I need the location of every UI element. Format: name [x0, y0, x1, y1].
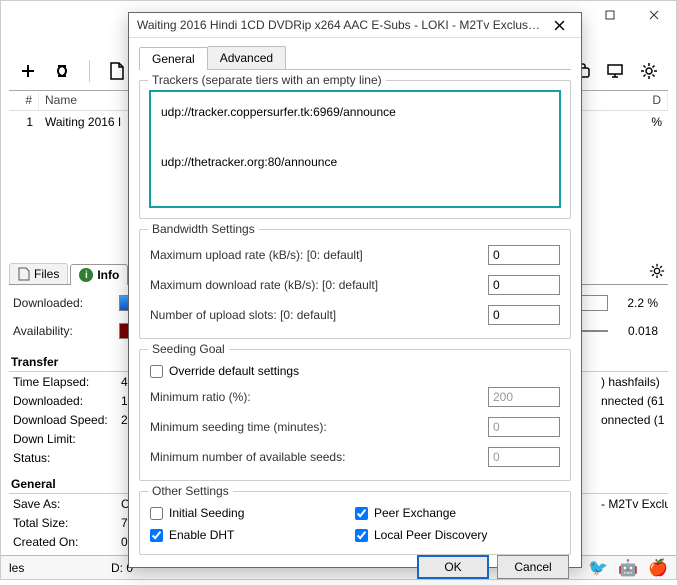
peer-exchange-checkbox[interactable] — [355, 507, 368, 520]
trackers-legend: Trackers (separate tiers with an empty l… — [148, 73, 386, 87]
ratio-label: Minimum ratio (%): — [150, 390, 488, 404]
seedtime-label: Minimum seeding time (minutes): — [150, 420, 488, 434]
bandwidth-legend: Bandwidth Settings — [148, 222, 259, 236]
seeding-legend: Seeding Goal — [148, 342, 229, 356]
tab-advanced-label: Advanced — [220, 51, 273, 65]
seeding-group: Seeding Goal Override default settings M… — [139, 349, 571, 481]
tab-advanced[interactable]: Advanced — [207, 46, 286, 69]
minseeds-label: Minimum number of available seeds: — [150, 450, 488, 464]
other-legend: Other Settings — [148, 484, 233, 498]
total-k: Total Size: — [9, 516, 121, 530]
cancel-button[interactable]: Cancel — [497, 555, 569, 579]
other-group: Other Settings Initial Seeding Enable DH… — [139, 491, 571, 555]
tab-info-label: Info — [97, 268, 119, 282]
dlim-k: Down Limit: — [9, 432, 121, 446]
settings-button[interactable] — [638, 60, 660, 82]
enable-dht-row[interactable]: Enable DHT — [150, 524, 355, 546]
dls-k: Download Speed: — [9, 413, 121, 427]
max-up-input[interactable] — [488, 245, 560, 265]
local-peer-label: Local Peer Discovery — [374, 528, 487, 542]
initial-seeding-label: Initial Seeding — [169, 506, 244, 520]
trackers-textarea[interactable] — [150, 91, 560, 207]
slots-input[interactable] — [488, 305, 560, 325]
elapsed-k: Time Elapsed: — [9, 375, 121, 389]
row-num: 1 — [9, 113, 39, 131]
status-left: les — [9, 561, 24, 575]
ok-button[interactable]: OK — [417, 555, 489, 579]
seedtime-input — [488, 417, 560, 437]
maximize-button[interactable] — [588, 1, 632, 29]
max-up-label: Maximum upload rate (kB/s): [0: default] — [150, 248, 488, 262]
override-checkbox-row[interactable]: Override default settings — [150, 360, 560, 382]
max-down-label: Maximum download rate (kB/s): [0: defaul… — [150, 278, 488, 292]
local-peer-checkbox[interactable] — [355, 529, 368, 542]
downloaded-label: Downloaded: — [9, 296, 119, 310]
tab-files-label: Files — [34, 267, 59, 281]
max-down-input[interactable] — [488, 275, 560, 295]
initial-seeding-row[interactable]: Initial Seeding — [150, 502, 355, 524]
torrent-properties-dialog: Waiting 2016 Hindi 1CD DVDRip x264 AAC E… — [128, 12, 582, 568]
override-label: Override default settings — [169, 364, 299, 378]
peer-exchange-row[interactable]: Peer Exchange — [355, 502, 560, 524]
tab-general[interactable]: General — [139, 47, 208, 70]
trackers-group: Trackers (separate tiers with an empty l… — [139, 80, 571, 219]
toolbar-separator — [89, 60, 90, 82]
remote-button[interactable] — [604, 60, 626, 82]
slots-label: Number of upload slots: [0: default] — [150, 308, 488, 322]
add-torrent-button[interactable] — [17, 60, 39, 82]
status-k: Status: — [9, 451, 121, 465]
enable-dht-label: Enable DHT — [169, 528, 234, 542]
android-icon[interactable]: 🤖 — [618, 558, 638, 578]
peer-exchange-label: Peer Exchange — [374, 506, 456, 520]
close-button[interactable] — [632, 1, 676, 29]
bandwidth-group: Bandwidth Settings Maximum upload rate (… — [139, 229, 571, 339]
apple-icon[interactable]: 🍎 — [648, 558, 668, 578]
local-peer-row[interactable]: Local Peer Discovery — [355, 524, 560, 546]
create-torrent-button[interactable] — [106, 60, 128, 82]
availability-val: 0.018 — [608, 324, 668, 338]
file-icon — [18, 267, 30, 281]
dialog-close-button[interactable] — [541, 13, 577, 37]
minseeds-input — [488, 447, 560, 467]
detail-settings-button[interactable] — [646, 260, 668, 282]
tab-info[interactable]: i Info — [70, 264, 128, 285]
dl-k: Downloaded: — [9, 394, 121, 408]
twitter-icon[interactable]: 🐦 — [588, 558, 608, 578]
dialog-titlebar[interactable]: Waiting 2016 Hindi 1CD DVDRip x264 AAC E… — [129, 13, 581, 38]
close-icon — [554, 20, 565, 31]
dialog-title-text: Waiting 2016 Hindi 1CD DVDRip x264 AAC E… — [137, 18, 541, 32]
availability-label: Availability: — [9, 324, 119, 338]
enable-dht-checkbox[interactable] — [150, 529, 163, 542]
override-checkbox[interactable] — [150, 365, 163, 378]
tab-general-label: General — [152, 52, 195, 66]
downloaded-pct: 2.2 % — [608, 296, 668, 310]
add-url-button[interactable] — [51, 60, 73, 82]
tab-files[interactable]: Files — [9, 263, 68, 284]
col-num[interactable]: # — [9, 91, 39, 110]
created-k: Created On: — [9, 535, 121, 549]
saveas-k: Save As: — [9, 497, 121, 511]
dialog-tabs: General Advanced — [139, 46, 571, 70]
ratio-input — [488, 387, 560, 407]
dialog-footer: OK Cancel — [129, 555, 581, 585]
initial-seeding-checkbox[interactable] — [150, 507, 163, 520]
info-icon: i — [79, 268, 93, 282]
